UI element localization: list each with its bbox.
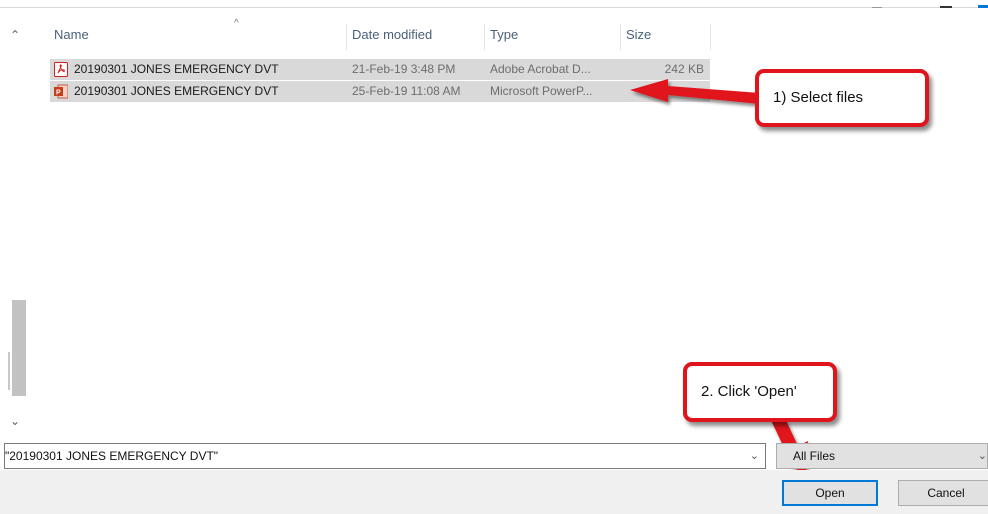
open-button[interactable]: Open <box>782 480 878 506</box>
column-header-name[interactable]: Name <box>50 22 346 48</box>
maximize-icon[interactable] <box>940 0 952 8</box>
file-type-filter[interactable]: All Files ⌄ <box>776 443 988 469</box>
file-date-modified: 25-Feb-19 11:08 AM <box>352 84 461 98</box>
sort-ascending-icon: ^ <box>234 18 239 29</box>
file-name: 20190301 JONES EMERGENCY DVT <box>74 62 279 76</box>
file-name-input[interactable]: "20190301 JONES EMERGENCY DVT" ⌄ <box>4 443 766 469</box>
column-header-size[interactable]: Size <box>622 22 708 48</box>
column-header-date-modified[interactable]: Date modified <box>348 22 484 48</box>
scroll-down-icon[interactable]: ⌄ <box>4 412 26 430</box>
cancel-button[interactable]: Cancel <box>898 480 988 506</box>
file-type: Adobe Acrobat D... <box>490 62 591 76</box>
chevron-down-icon[interactable]: ⌄ <box>750 444 759 468</box>
column-divider[interactable] <box>710 24 711 50</box>
callout-text: 2. Click 'Open' <box>701 383 797 400</box>
svg-text:P: P <box>56 90 61 97</box>
pdf-file-icon <box>54 62 68 77</box>
powerpoint-file-icon: P <box>54 84 68 99</box>
file-date-modified: 21-Feb-19 3:48 PM <box>352 62 456 76</box>
column-divider[interactable] <box>620 24 621 50</box>
table-row[interactable]: P 20190301 JONES EMERGENCY DVT 25-Feb-19… <box>50 81 710 102</box>
callout-text: 1) Select files <box>773 89 864 106</box>
callout-select-files: 1) Select files <box>755 69 929 127</box>
table-row[interactable]: 20190301 JONES EMERGENCY DVT 21-Feb-19 3… <box>50 59 710 80</box>
chevron-down-icon[interactable]: ⌄ <box>978 444 987 468</box>
callout-click-open: 2. Click 'Open' <box>683 362 837 422</box>
minimize-icon[interactable] <box>872 0 882 8</box>
column-header-type[interactable]: Type <box>486 22 620 48</box>
file-list-header: Name ^ Date modified Type Size <box>50 18 711 50</box>
file-size <box>648 81 704 102</box>
column-divider[interactable] <box>484 24 485 50</box>
dialog-top-edge <box>0 0 988 8</box>
file-size: 242 KB <box>664 62 704 76</box>
scroll-up-icon[interactable]: ⌃ <box>4 26 26 44</box>
scroll-thumb[interactable] <box>12 300 26 396</box>
view-options-icon[interactable] <box>978 0 988 8</box>
scroll-track <box>8 352 10 390</box>
vertical-scrollbar[interactable]: ⌃ ⌄ <box>4 22 26 428</box>
file-name: 20190301 JONES EMERGENCY DVT <box>74 84 279 98</box>
file-type: Microsoft PowerP... <box>490 84 593 98</box>
column-divider[interactable] <box>346 24 347 50</box>
